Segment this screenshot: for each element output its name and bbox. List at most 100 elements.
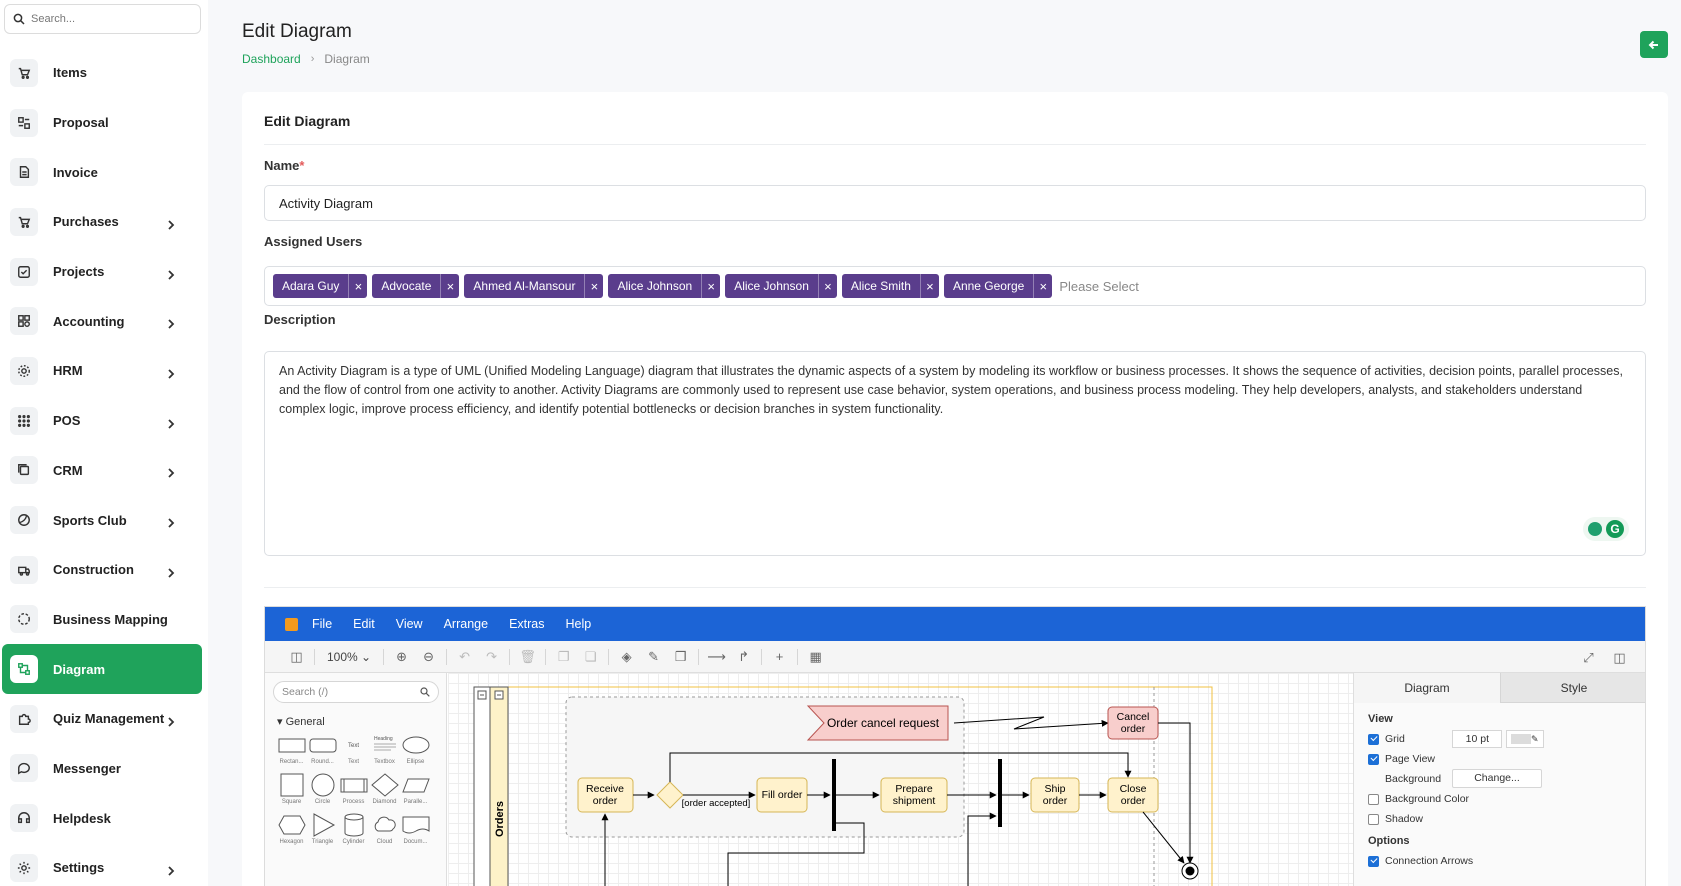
menu-edit[interactable]: Edit [353, 617, 375, 631]
sidebar-search-input[interactable] [31, 13, 191, 25]
sidebar-item-crm[interactable]: CRM [0, 446, 208, 496]
background-color-checkbox[interactable] [1368, 793, 1379, 805]
description-textarea[interactable]: An Activity Diagram is a type of UML (Un… [264, 351, 1646, 556]
card-divider [264, 144, 1646, 145]
page-view-checkbox[interactable] [1368, 753, 1379, 765]
remove-user-icon[interactable]: × [701, 274, 720, 298]
connection-arrows-checkbox[interactable] [1368, 855, 1379, 867]
zoom-in-icon[interactable]: ⊕ [388, 646, 415, 668]
sidebar-item-label: Proposal [53, 115, 109, 131]
sidebar-item-messenger[interactable]: Messenger [0, 744, 208, 794]
remove-user-icon[interactable]: × [919, 274, 939, 298]
shape-textbox[interactable]: Heading Textbox [370, 733, 399, 765]
undo-icon[interactable]: ↶ [451, 646, 478, 668]
sidebar-item-sports-club[interactable]: Sports Club [0, 495, 208, 545]
remove-user-icon[interactable]: × [584, 274, 603, 298]
shape-parallelogram[interactable]: Paralle... [401, 773, 430, 805]
shadow-icon[interactable]: ❒ [667, 646, 694, 668]
shape-label: Text [347, 759, 359, 765]
remove-user-icon[interactable]: × [348, 274, 367, 298]
shape-section-general[interactable]: ▾ General [277, 715, 325, 728]
sidebar-item-proposal[interactable]: Proposal [0, 98, 208, 148]
shape-cloud[interactable]: Cloud [370, 813, 399, 845]
shape-diamond[interactable]: Diamond [370, 773, 399, 805]
menu-extras[interactable]: Extras [509, 617, 544, 631]
shape-label: Ellipse [406, 759, 425, 765]
assigned-users-select[interactable]: Adara Guy × Advocate × Ahmed Al-Mansour × Alic… [264, 266, 1646, 306]
shape-square[interactable]: Square [277, 773, 306, 805]
shape-cylinder[interactable]: Cylinder [339, 813, 368, 845]
waypoints-icon[interactable]: ↱ [730, 646, 757, 668]
to-front-icon[interactable]: ❐ [550, 646, 577, 668]
sidebar-item-quiz-management[interactable]: Quiz Management [0, 694, 208, 744]
shadow-checkbox[interactable] [1368, 813, 1379, 825]
back-button[interactable] [1640, 31, 1668, 58]
swimlane-header[interactable] [489, 686, 509, 886]
sidebar-item-purchases[interactable]: Purchases [0, 197, 208, 247]
menu-help[interactable]: Help [566, 617, 592, 631]
zoom-out-icon[interactable]: ⊖ [415, 646, 442, 668]
sidebar-item-construction[interactable]: Construction [0, 545, 208, 595]
panel-toggle-icon[interactable]: ◫ [1606, 647, 1633, 669]
remove-user-icon[interactable]: × [817, 274, 837, 298]
shape-text[interactable]: Text Text [339, 733, 368, 765]
menu-view[interactable]: View [396, 617, 423, 631]
interrupt-edge[interactable] [953, 716, 1109, 730]
shape-rectangle[interactable]: Rectan... [277, 733, 306, 765]
breadcrumb-dashboard-link[interactable]: Dashboard [242, 52, 301, 66]
shape-triangle[interactable]: Triangle [308, 813, 337, 845]
sidebar-item-items[interactable]: Items [0, 48, 208, 98]
change-background-button[interactable]: Change... [1452, 769, 1542, 788]
diagram-svg[interactable]: Orders Order cancel request Cancel order… [448, 673, 1353, 886]
shape-document[interactable]: Docum... [401, 813, 430, 845]
sidebar-item-hrm[interactable]: HRM [0, 346, 208, 396]
tab-style[interactable]: Style [1500, 673, 1645, 703]
format-panel-toggle-icon[interactable]: ◫ [283, 646, 310, 668]
remove-user-icon[interactable]: × [1033, 274, 1052, 298]
to-back-icon[interactable]: ❏ [577, 646, 604, 668]
shape-circle[interactable]: Circle [308, 773, 337, 805]
shape-search-input[interactable]: Search (/) [273, 681, 439, 703]
shape-hexagon[interactable]: Hexagon [277, 813, 306, 845]
shape-rounded[interactable]: Round... [308, 733, 337, 765]
sidebar-search[interactable] [4, 4, 201, 34]
grid-size-input[interactable]: 10 pt [1452, 730, 1502, 748]
delete-icon[interactable]: 🗑 [514, 646, 541, 668]
grammarly-widget[interactable]: G [1583, 517, 1629, 541]
sidebar-item-settings[interactable]: Settings [0, 843, 208, 886]
fullscreen-icon[interactable]: ⤢ [1575, 647, 1602, 669]
sidebar-item-invoice[interactable]: Invoice [0, 147, 208, 197]
fill-color-icon[interactable]: ◈ [613, 646, 640, 668]
redo-icon[interactable]: ↷ [478, 646, 505, 668]
close-edge[interactable] [1142, 811, 1185, 864]
sidebar-item-diagram[interactable]: Diagram [2, 644, 202, 694]
shape-ellipse[interactable]: Ellipse [401, 733, 430, 765]
fork-bar[interactable] [832, 759, 836, 831]
line-color-icon[interactable]: ✎ [640, 646, 667, 668]
diagram-canvas[interactable]: Orders Order cancel request Cancel order… [448, 673, 1353, 886]
sidebar-item-business-mapping[interactable]: Business Mapping [0, 595, 208, 645]
remove-user-icon[interactable]: × [440, 274, 459, 298]
insert-plus-icon[interactable]: + [766, 646, 793, 668]
menu-arrange[interactable]: Arrange [444, 617, 488, 631]
tab-diagram[interactable]: Diagram [1354, 673, 1500, 703]
table-icon[interactable]: ▦ [802, 646, 829, 668]
sidebar-item-accounting[interactable]: Accounting [0, 296, 208, 346]
background-color-label: Background Color [1385, 793, 1470, 805]
shape-process[interactable]: Process [339, 773, 368, 805]
grid-checkbox[interactable] [1368, 733, 1379, 745]
cart-icon [10, 207, 38, 236]
grid-color-picker[interactable]: ✎ [1506, 730, 1544, 748]
sidebar-item-pos[interactable]: POS [0, 396, 208, 446]
sidebar-item-projects[interactable]: Projects [0, 247, 208, 297]
join-incoming-edge[interactable] [967, 812, 997, 886]
connection-arrows-label: Connection Arrows [1385, 855, 1474, 867]
name-input[interactable] [264, 185, 1646, 221]
connection-icon[interactable]: ⟶ [703, 646, 730, 668]
join-bar[interactable] [998, 759, 1002, 827]
sidebar-item-helpdesk[interactable]: Helpdesk [0, 793, 208, 843]
menu-file[interactable]: File [312, 617, 332, 631]
user-chip: Ahmed Al-Mansour × [464, 274, 604, 298]
zoom-dropdown[interactable]: 100% ⌄ [319, 650, 379, 664]
cancel-edge[interactable] [1158, 722, 1194, 864]
